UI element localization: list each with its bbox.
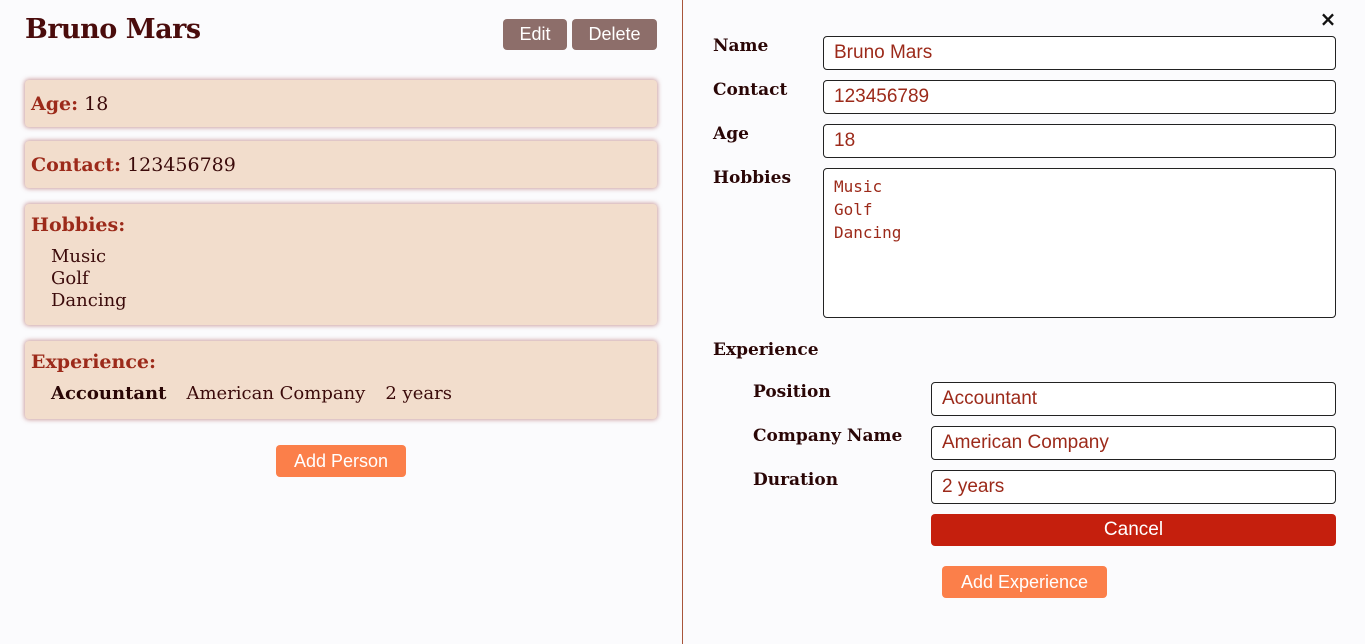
duration-field-label: Duration xyxy=(753,470,839,490)
panel-divider xyxy=(682,0,683,644)
contact-value: 123456789 xyxy=(127,153,236,176)
experience-position: Accountant xyxy=(51,383,167,404)
age-input[interactable]: 18 xyxy=(823,124,1336,158)
close-icon[interactable]: × xyxy=(1318,9,1338,29)
hobby-line: Dancing xyxy=(834,223,902,242)
hobby-line: Music xyxy=(834,177,883,196)
person-detail-panel: Bruno Mars Edit Delete Age: 18 Contact: … xyxy=(0,0,682,644)
list-item: Dancing xyxy=(51,290,127,311)
hobbies-label: Hobbies: xyxy=(31,214,126,236)
person-name-heading: Bruno Mars xyxy=(25,14,201,45)
experience-duration: 2 years xyxy=(385,383,452,404)
age-field-label: Age xyxy=(713,124,749,144)
contact-input[interactable]: 123456789 xyxy=(823,80,1336,114)
position-field-label: Position xyxy=(753,382,831,402)
list-item: Golf xyxy=(51,268,89,289)
duration-input[interactable]: 2 years xyxy=(931,470,1336,504)
delete-button[interactable]: Delete xyxy=(572,19,657,50)
experience-label: Experience: xyxy=(31,351,156,373)
hobby-line: Golf xyxy=(834,200,873,219)
add-experience-button[interactable]: Add Experience xyxy=(942,566,1107,598)
hobbies-field-label: Hobbies xyxy=(713,168,792,188)
position-input[interactable]: Accountant xyxy=(931,382,1336,416)
experience-section-label: Experience xyxy=(713,340,819,360)
age-label: Age: xyxy=(31,92,79,115)
experience-card: Experience: Accountant American Company … xyxy=(25,341,657,419)
experience-company: American Company xyxy=(186,383,366,404)
age-card: Age: 18 xyxy=(25,80,657,127)
contact-label: Contact: xyxy=(31,153,122,176)
edit-button[interactable]: Edit xyxy=(503,19,567,50)
experience-row: Accountant American Company 2 years xyxy=(31,383,651,404)
list-item: Music xyxy=(51,246,107,267)
hobbies-card: Hobbies: Music Golf Dancing xyxy=(25,204,657,325)
name-field-label: Name xyxy=(713,36,769,56)
hobbies-textarea[interactable]: Music Golf Dancing xyxy=(823,168,1336,318)
add-person-button[interactable]: Add Person xyxy=(276,445,406,477)
cancel-button[interactable]: Cancel xyxy=(931,514,1336,546)
contact-field-label: Contact xyxy=(713,80,788,100)
company-field-label: Company Name xyxy=(753,426,903,446)
page: Bruno Mars Edit Delete Age: 18 Contact: … xyxy=(0,0,1365,644)
contact-card: Contact: 123456789 xyxy=(25,141,657,188)
age-value: 18 xyxy=(84,92,109,115)
name-input[interactable]: Bruno Mars xyxy=(823,36,1336,70)
hobby-list: Music Golf Dancing xyxy=(31,246,651,312)
company-input[interactable]: American Company xyxy=(931,426,1336,460)
